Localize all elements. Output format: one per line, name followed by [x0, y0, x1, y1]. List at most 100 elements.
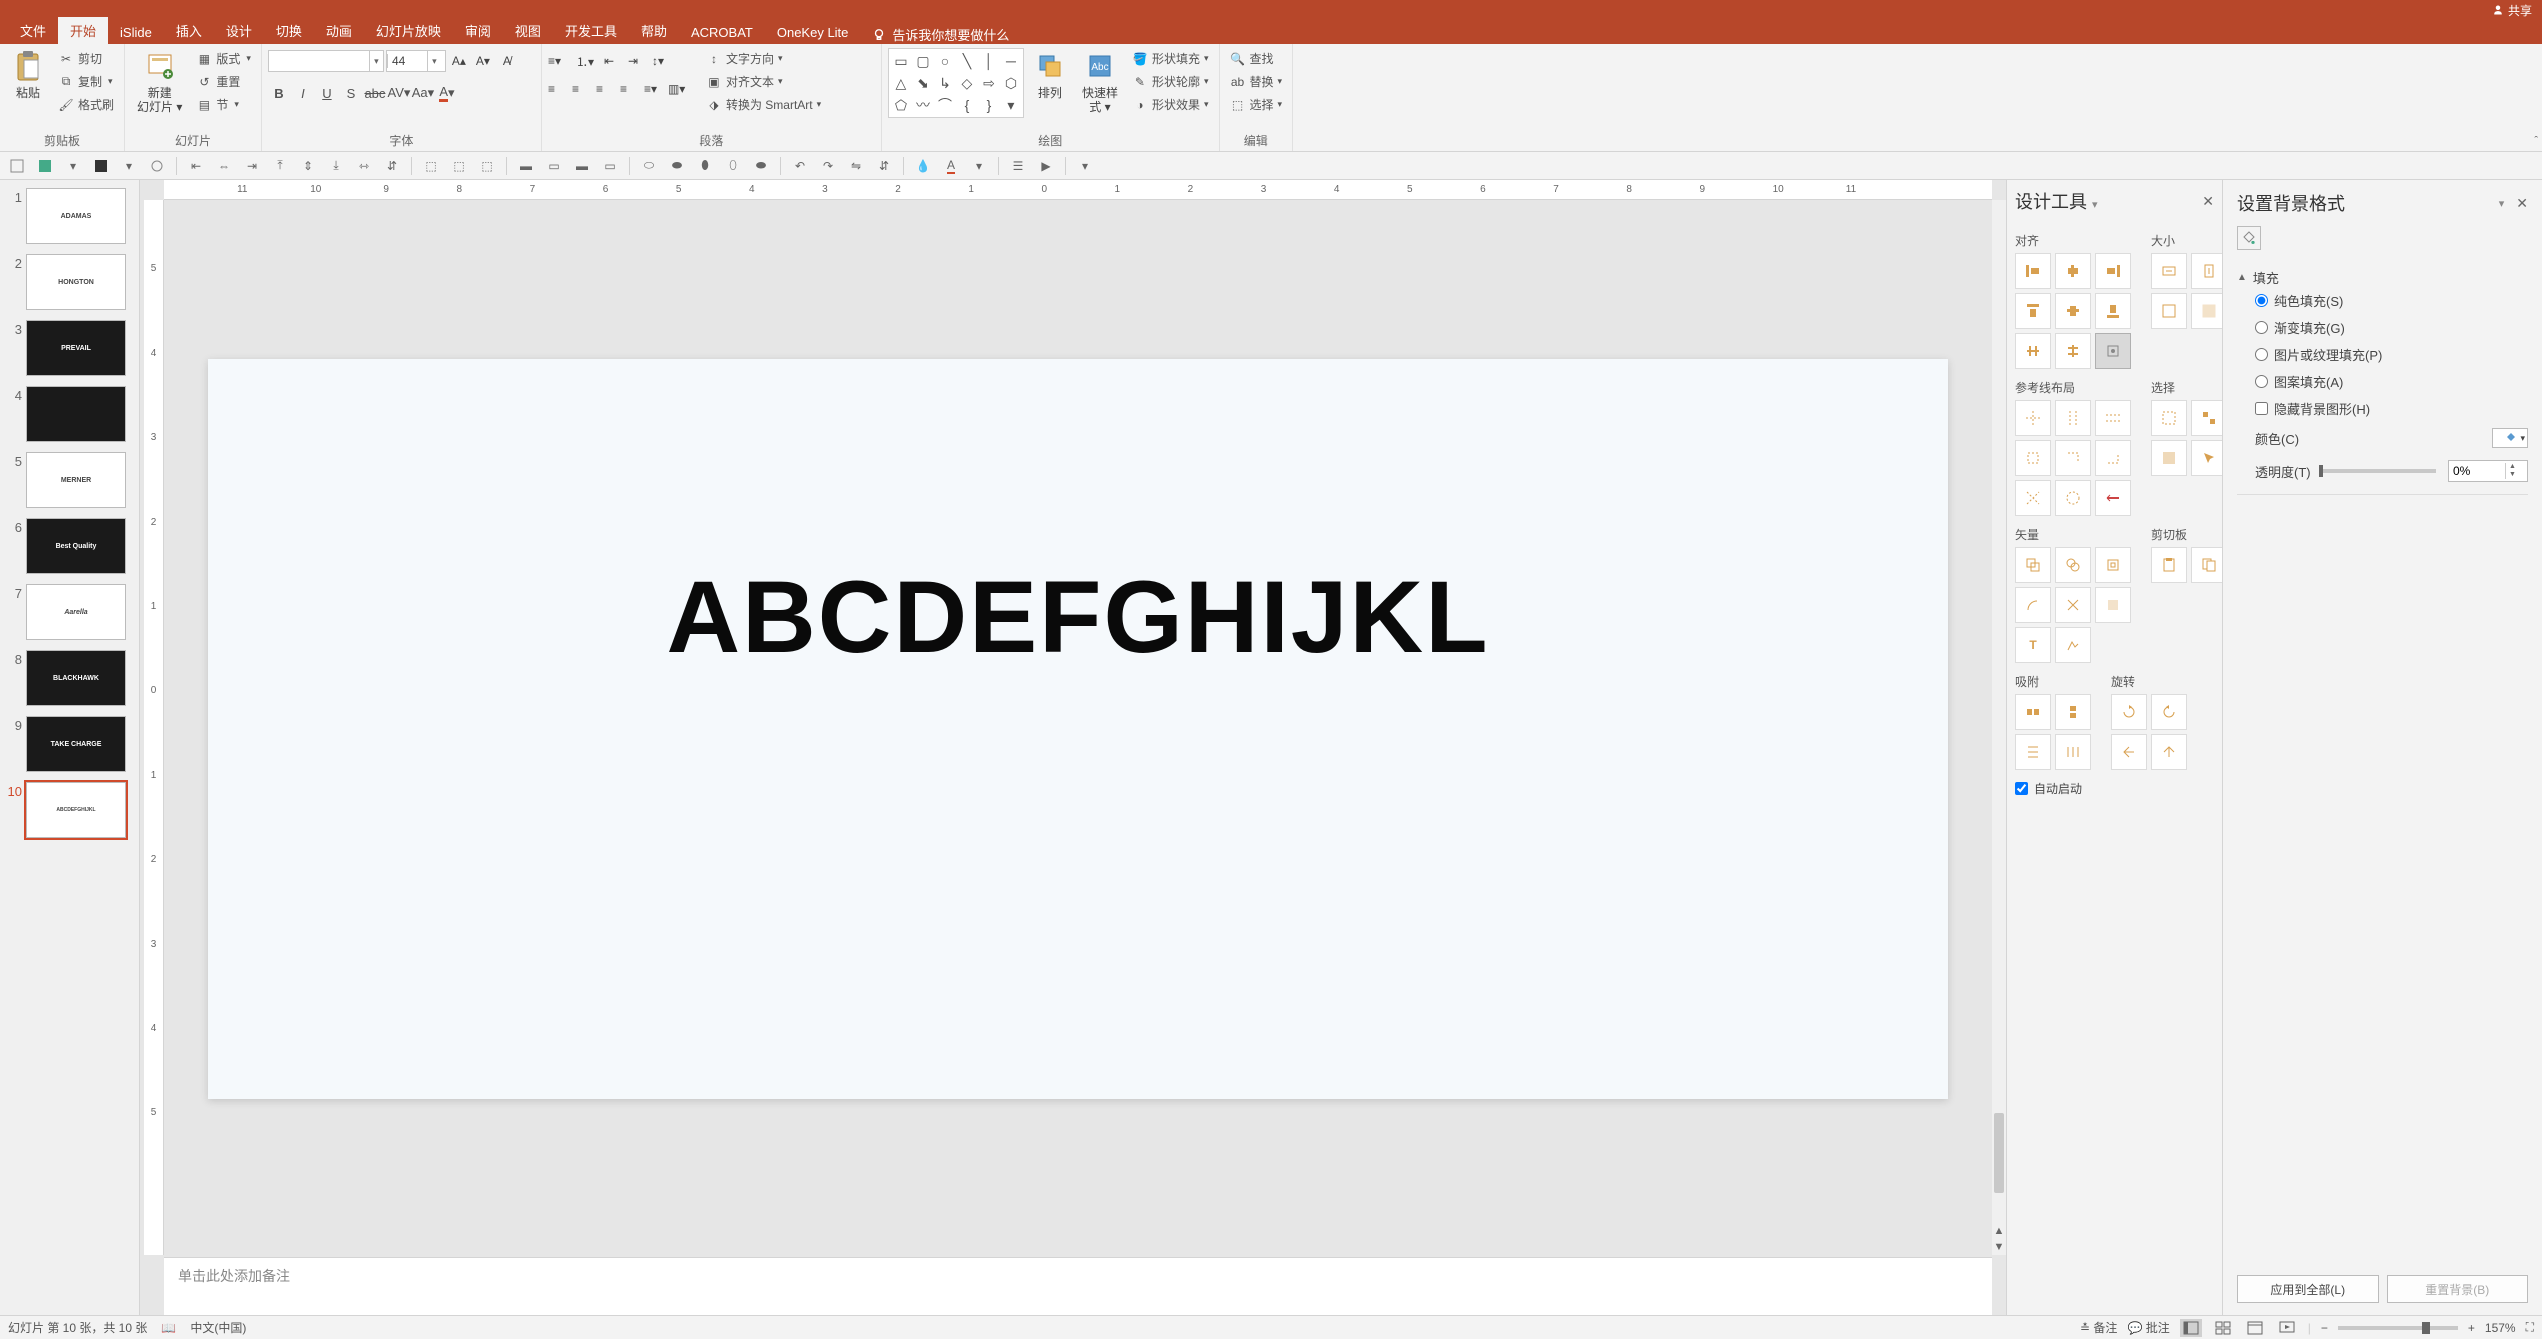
- share-button[interactable]: 共享: [2492, 2, 2532, 19]
- align-text-button[interactable]: ▣对齐文本▾: [702, 71, 825, 92]
- qat-merge-intersect[interactable]: ⬯: [722, 155, 744, 177]
- qat-align-left[interactable]: ⇤: [185, 155, 207, 177]
- solid-fill-radio[interactable]: 纯色填充(S): [2237, 287, 2528, 314]
- qat-merge-subtract[interactable]: ⬬: [750, 155, 772, 177]
- spell-check-icon[interactable]: 📖: [161, 1321, 176, 1335]
- qat-btn-2[interactable]: [34, 155, 56, 177]
- thumb-6[interactable]: 6Best Quality: [4, 518, 135, 574]
- tab-view[interactable]: 视图: [503, 17, 553, 44]
- shape-effects-button[interactable]: ◑形状效果▾: [1128, 94, 1213, 115]
- qat-highlight[interactable]: ▾: [968, 155, 990, 177]
- qat-bring-front[interactable]: ▬: [515, 155, 537, 177]
- absorb-btn-1[interactable]: [2015, 694, 2051, 730]
- strikethrough-button[interactable]: abc: [364, 82, 386, 104]
- align-btn-2[interactable]: [2055, 253, 2091, 289]
- vector-btn-5[interactable]: [2055, 587, 2091, 623]
- qat-animation-pane[interactable]: ▶: [1035, 155, 1057, 177]
- zoom-level[interactable]: 157%: [2485, 1321, 2516, 1335]
- underline-button[interactable]: U: [316, 82, 338, 104]
- select-button[interactable]: ⬚选择▾: [1226, 94, 1287, 115]
- qat-flip-v[interactable]: ⇵: [873, 155, 895, 177]
- chevron-down-icon[interactable]: ▾: [2092, 199, 2098, 211]
- rotate-btn-2[interactable]: [2151, 694, 2187, 730]
- tab-insert[interactable]: 插入: [164, 17, 214, 44]
- qat-ungroup[interactable]: ⬚: [448, 155, 470, 177]
- ruler-vertical[interactable]: 5 4 3 2 1 0 1 2 3 4 5: [144, 200, 164, 1255]
- text-direction-button[interactable]: ↕文字方向▾: [702, 48, 825, 69]
- qat-align-bottom[interactable]: ⤓: [325, 155, 347, 177]
- zoom-slider[interactable]: [2338, 1326, 2458, 1330]
- vector-btn-1[interactable]: [2015, 547, 2051, 583]
- line-spacing-button[interactable]: ↕▾: [652, 54, 674, 68]
- increase-indent-button[interactable]: ⇥: [628, 54, 650, 68]
- spinner-down-icon[interactable]: ▼: [2509, 471, 2516, 479]
- qat-merge-union[interactable]: ⬭: [638, 155, 660, 177]
- new-slide-button[interactable]: 新建幻灯片 ▾: [131, 48, 188, 117]
- tab-acrobat[interactable]: ACROBAT: [679, 21, 765, 44]
- guide-btn-4[interactable]: [2015, 440, 2051, 476]
- chevron-down-icon[interactable]: ▾: [2499, 197, 2505, 210]
- comments-button[interactable]: 💬 批注: [2127, 1319, 2169, 1336]
- clear-formatting-button[interactable]: A̸: [496, 54, 518, 68]
- gradient-fill-radio[interactable]: 渐变填充(G): [2237, 314, 2528, 341]
- vertical-scrollbar[interactable]: ▲ ▼: [1992, 200, 2006, 1255]
- thumb-2[interactable]: 2HONGTON: [4, 254, 135, 310]
- replace-button[interactable]: ab替换▾: [1226, 71, 1287, 92]
- qat-fontcolor[interactable]: A: [940, 155, 962, 177]
- shape-pent-icon[interactable]: ⬠: [891, 95, 911, 115]
- bold-button[interactable]: B: [268, 82, 290, 104]
- numbering-button[interactable]: ⒈▾: [576, 53, 602, 70]
- qat-send-backward[interactable]: ▭: [599, 155, 621, 177]
- format-panel-close[interactable]: ✕: [2516, 195, 2528, 212]
- shape-outline-button[interactable]: ✎形状轮廓▾: [1128, 71, 1213, 92]
- shape-diamond-icon[interactable]: ◇: [957, 73, 977, 93]
- reading-view-button[interactable]: [2244, 1319, 2266, 1337]
- vector-btn-4[interactable]: [2015, 587, 2051, 623]
- rotate-btn-1[interactable]: [2111, 694, 2147, 730]
- shape-curve-icon[interactable]: 〰: [913, 95, 933, 115]
- thumb-3[interactable]: 3PREVAIL: [4, 320, 135, 376]
- columns-button[interactable]: ▥▾: [668, 82, 690, 96]
- align-btn-6[interactable]: [2095, 293, 2131, 329]
- pattern-fill-radio[interactable]: 图案填充(A): [2237, 368, 2528, 395]
- tab-home[interactable]: 开始: [58, 17, 108, 44]
- vector-btn-2[interactable]: [2055, 547, 2091, 583]
- char-spacing-button[interactable]: AV▾: [388, 82, 410, 104]
- guide-btn-5[interactable]: [2055, 440, 2091, 476]
- slide-counter[interactable]: 幻灯片 第 10 张，共 10 张: [8, 1319, 147, 1336]
- absorb-btn-4[interactable]: [2055, 734, 2091, 770]
- qat-align-middle[interactable]: ⇕: [297, 155, 319, 177]
- guide-btn-7[interactable]: [2015, 480, 2051, 516]
- tab-transitions[interactable]: 切换: [264, 17, 314, 44]
- thumb-9[interactable]: 9TAKE CHARGE: [4, 716, 135, 772]
- qat-btn-3[interactable]: ▾: [62, 155, 84, 177]
- thumb-4[interactable]: 4: [4, 386, 135, 442]
- apply-all-button[interactable]: 应用到全部(L): [2237, 1275, 2379, 1303]
- thumb-1[interactable]: 1ADAMAS: [4, 188, 135, 244]
- qat-distribute-v[interactable]: ⇵: [381, 155, 403, 177]
- thumb-7[interactable]: 7Aarella: [4, 584, 135, 640]
- slideshow-view-button[interactable]: [2276, 1319, 2298, 1337]
- reset-button[interactable]: ↺重置: [192, 71, 255, 92]
- absorb-btn-3[interactable]: [2015, 734, 2051, 770]
- fill-section-toggle[interactable]: ▲填充: [2237, 268, 2528, 287]
- notes-button[interactable]: ≛ 备注: [2080, 1319, 2117, 1336]
- tab-review[interactable]: 审阅: [453, 17, 503, 44]
- shape-brace-icon[interactable]: {: [957, 95, 977, 115]
- align-center-button[interactable]: ≡: [572, 82, 594, 96]
- align-btn-9[interactable]: [2095, 333, 2131, 369]
- shape-elbow-icon[interactable]: ↳: [935, 73, 955, 93]
- select-btn-4[interactable]: [2191, 440, 2222, 476]
- shape-line-icon[interactable]: ╲: [957, 51, 977, 71]
- qat-flip-h[interactable]: ⇋: [845, 155, 867, 177]
- shape-tri-icon[interactable]: △: [891, 73, 911, 93]
- notes-pane[interactable]: 单击此处添加备注: [164, 1257, 1992, 1315]
- collapse-ribbon-button[interactable]: ˆ: [2534, 135, 2538, 147]
- qat-selection-pane[interactable]: ☰: [1007, 155, 1029, 177]
- shape-hex-icon[interactable]: ⬡: [1001, 73, 1021, 93]
- arrange-button[interactable]: 排列: [1028, 48, 1072, 102]
- language-indicator[interactable]: 中文(中国): [190, 1319, 246, 1336]
- guide-btn-3[interactable]: [2095, 400, 2131, 436]
- qat-align-right[interactable]: ⇥: [241, 155, 263, 177]
- clip-btn-1[interactable]: [2151, 547, 2187, 583]
